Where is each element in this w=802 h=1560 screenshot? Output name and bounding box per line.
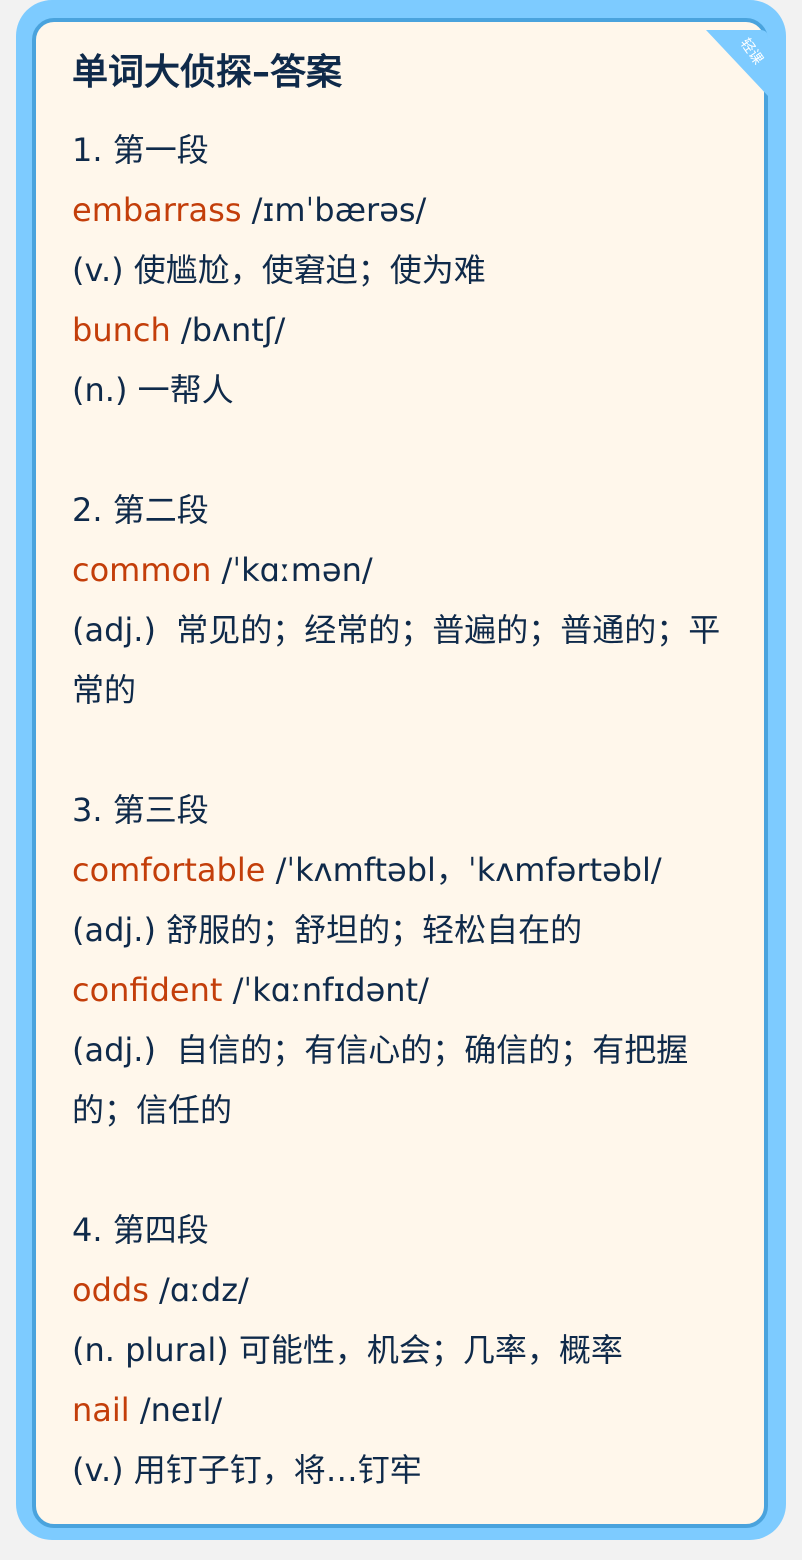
- vocab-line: nail /neɪl/: [72, 1380, 736, 1440]
- definition: (adj.) 常见的；经常的；普遍的；普通的；平常的: [72, 611, 721, 709]
- vocab-word: embarrass: [72, 191, 242, 229]
- vocab-line: bunch /bʌntʃ/: [72, 300, 736, 360]
- definition: (adj.) 自信的；有信心的；确信的；有把握的；信任的: [72, 1031, 689, 1129]
- answer-list: 1. 第一段 embarrass /ɪmˈbærəs/ (v.) 使尴尬，使窘迫；使…: [72, 120, 736, 1560]
- vocab-word: comfortable: [72, 851, 266, 889]
- paragraph-section: 1. 第一段 embarrass /ɪmˈbærəs/ (v.) 使尴尬，使窘迫；使…: [72, 120, 736, 420]
- vocab-line: odds /ɑːdz/: [72, 1260, 736, 1320]
- vocab-word: bunch: [72, 311, 171, 349]
- vocab-word: nail: [72, 1391, 130, 1429]
- vocab-word: common: [72, 551, 212, 589]
- phonetic: /bʌntʃ/: [180, 311, 286, 349]
- phonetic: /ˈkɑːmən/: [221, 551, 373, 589]
- paragraph-section: 2. 第二段 common /ˈkɑːmən/ (adj.) 常见的；经常的；普遍的…: [72, 480, 736, 720]
- phonetic: /ˈkʌmftəbl，ˈkʌmfərtəbl/: [275, 851, 662, 889]
- section-heading: 3. 第三段: [72, 791, 209, 829]
- phonetic: /neɪl/: [139, 1391, 223, 1429]
- section-heading: 1. 第一段: [72, 131, 209, 169]
- phonetic: /ˈkɑːnfɪdənt/: [232, 971, 429, 1009]
- vocab-line: embarrass /ɪmˈbærəs/: [72, 180, 736, 240]
- vocab-line: comfortable /ˈkʌmftəbl，ˈkʌmfərtəbl/: [72, 840, 736, 900]
- vocab-word: confident: [72, 971, 223, 1009]
- paragraph-section: 3. 第三段 comfortable /ˈkʌmftəbl，ˈkʌmfərtəbl…: [72, 780, 736, 1140]
- definition: (v.) 用钉子钉，将…钉牢: [72, 1451, 422, 1489]
- section-heading: 2. 第二段: [72, 491, 209, 529]
- page-title: 单词大侦探–答案: [72, 52, 343, 93]
- definition: (adj.) 舒服的；舒坦的；轻松自在的: [72, 911, 583, 949]
- definition: (n.) 一帮人: [72, 371, 234, 409]
- brand-corner-badge: 轻课: [706, 30, 768, 96]
- vocab-line: common /ˈkɑːmən/: [72, 540, 736, 600]
- paragraph-section: 4. 第四段 odds /ɑːdz/ (n. plural) 可能性，机会；几率，概…: [72, 1200, 736, 1500]
- vocab-line: confident /ˈkɑːnfɪdənt/: [72, 960, 736, 1020]
- vocab-word: odds: [72, 1271, 149, 1309]
- phonetic: /ɪmˈbærəs/: [251, 191, 427, 229]
- section-heading: 4. 第四段: [72, 1211, 209, 1249]
- phonetic: /ɑːdz/: [159, 1271, 249, 1309]
- definition: (n. plural) 可能性，机会；几率，概率: [72, 1331, 623, 1369]
- definition: (v.) 使尴尬，使窘迫；使为难: [72, 251, 486, 289]
